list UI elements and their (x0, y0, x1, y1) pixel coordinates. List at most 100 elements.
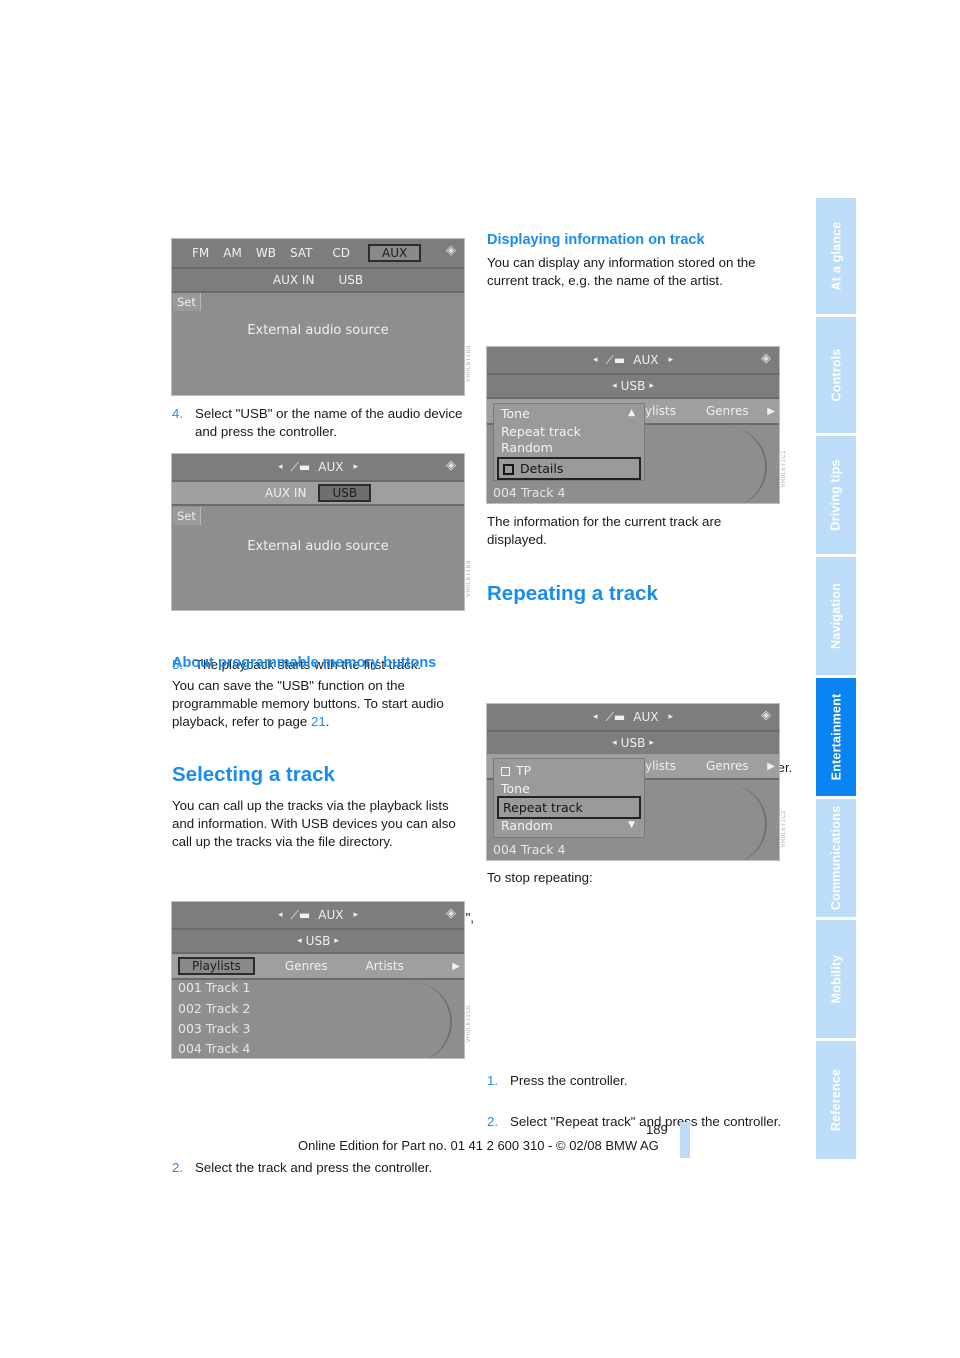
usb-title: USB (305, 934, 331, 948)
external-audio-message: External audio source (247, 323, 389, 338)
tab-playlists[interactable]: Playlists (178, 957, 255, 975)
track-item[interactable]: 004 Track 4 (493, 485, 565, 500)
controller-icon: ◈ (446, 458, 456, 473)
aux-title: AUX (318, 460, 344, 474)
displaying-after: The information for the current track ar… (487, 514, 722, 547)
aux-header: ◂ ⟋▬ AUX ▸ (172, 902, 464, 930)
menu-random[interactable]: Random (497, 438, 641, 457)
menu-details[interactable]: Details (497, 457, 641, 480)
image-code: VR0L6T1B8 (466, 345, 472, 383)
source-aux-in[interactable]: AUX IN (273, 273, 315, 287)
tab-mobility[interactable]: Mobility (816, 920, 856, 1038)
step-4: 4. Select "USB" or the name of the audio… (172, 406, 463, 439)
external-audio-message: External audio source (247, 539, 389, 554)
options-popup: TP Tone Repeat track Random ▼ (493, 758, 645, 838)
controller-icon: ◈ (761, 351, 771, 366)
set-button[interactable]: Set (173, 293, 201, 311)
track-item[interactable]: 004 Track 4 (178, 1041, 250, 1056)
displaying-intro: You can display any information stored o… (487, 255, 756, 288)
tabs-next-icon[interactable]: ▶ (767, 406, 775, 417)
image-code: VR0L6T1C2 (781, 810, 787, 848)
band-bar: FM AM WB SAT CD AUX (172, 239, 464, 269)
page-link[interactable]: 21 (311, 714, 326, 729)
controller-icon: ◈ (446, 906, 456, 921)
set-button[interactable]: Set (173, 507, 201, 525)
tab-genres[interactable]: Genres (706, 759, 749, 773)
band-aux[interactable]: AUX (368, 244, 422, 262)
tab-at-a-glance[interactable]: At a glance (816, 198, 856, 314)
selecting-intro: You can call up the tracks via the playb… (172, 798, 456, 849)
tabs-next-icon[interactable]: ▶ (452, 961, 460, 972)
repeating-heading: Repeating a track (487, 582, 658, 605)
footer-tab-marker (680, 1122, 690, 1158)
stop-intro: To stop repeating: (487, 870, 593, 885)
aux-cable-icon: ⟋▬ (605, 352, 626, 367)
memory-heading: About programmable memory buttons (172, 655, 437, 671)
menu-tp[interactable]: TP (497, 761, 641, 780)
tab-artists[interactable]: Artists (366, 959, 404, 973)
band-fm[interactable]: FM (192, 246, 209, 260)
usb-header: ◂ USB ▸ (172, 930, 464, 954)
image-code: VR0L6T1B9 (466, 560, 472, 598)
checkbox-icon (503, 464, 514, 475)
scroll-arc (725, 784, 767, 860)
controller-icon: ◈ (761, 708, 771, 723)
source-bar: AUX IN USB (172, 269, 464, 293)
scroll-arc (725, 427, 767, 503)
aux-cable-icon: ⟋▬ (605, 709, 626, 724)
displaying-heading: Displaying information on track (487, 232, 705, 248)
stop-step-2: 2. Select "Repeat track" and press the c… (487, 1114, 782, 1129)
menu-random[interactable]: Random ▼ (497, 816, 641, 835)
memory-text: You can save the "USB" function on the p… (172, 678, 444, 729)
footer-edition: Online Edition for Part no. 01 41 2 600 … (298, 1138, 659, 1153)
track-item[interactable]: 004 Track 4 (493, 842, 565, 857)
tab-reference[interactable]: Reference (816, 1041, 856, 1159)
scroll-down-icon: ▼ (628, 820, 635, 830)
image-code: VR0L6T1C1 (781, 450, 787, 488)
aux-cable-icon: ⟋▬ (290, 459, 311, 474)
tab-communications[interactable]: Communications (816, 799, 856, 917)
band-sat[interactable]: SAT (290, 246, 312, 260)
screen-aux-sources: ◂ ⟋▬ AUX ▸ ◈ AUX IN USB Set External aud… (171, 453, 465, 611)
tab-playlists[interactable]: ylists (645, 404, 676, 418)
usb-title: USB (620, 379, 646, 393)
selecting-step-2: 2. Select the track and press the contro… (172, 1160, 433, 1175)
tabs-next-icon[interactable]: ▶ (767, 761, 775, 772)
screen-repeat-menu: ◂ ⟋▬ AUX ▸ ◈ ◂ USB ▸ ylists Genres ▶ 004… (486, 703, 780, 861)
usb-title: USB (620, 736, 646, 750)
stop-step-1: 1. Press the controller. (487, 1073, 628, 1088)
selecting-heading: Selecting a track (172, 763, 335, 786)
screen-usb-tracks: ◂ ⟋▬ AUX ▸ ◈ ◂ USB ▸ Playlists Genres Ar… (171, 901, 465, 1059)
page-number: 189 (646, 1122, 668, 1137)
tab-genres[interactable]: Genres (285, 959, 328, 973)
band-wb[interactable]: WB (256, 246, 276, 260)
aux-header: ◂ ⟋▬ AUX ▸ (487, 704, 779, 732)
tab-navigation[interactable]: Navigation (816, 557, 856, 675)
source-usb[interactable]: USB (338, 273, 363, 287)
source-usb-selected[interactable]: USB (318, 484, 372, 502)
band-cd[interactable]: CD (332, 246, 350, 260)
track-item[interactable]: 001 Track 1 (178, 980, 250, 995)
scroll-up-icon: ▲ (628, 408, 635, 418)
controller-icon: ◈ (446, 243, 456, 258)
menu-tone[interactable]: Tone ▲ (497, 404, 641, 423)
tab-playlists[interactable]: ylists (645, 759, 676, 773)
aux-title: AUX (633, 710, 659, 724)
track-item[interactable]: 003 Track 3 (178, 1021, 250, 1036)
aux-cable-icon: ⟋▬ (290, 907, 311, 922)
source-bar: AUX IN USB (172, 482, 464, 506)
tab-driving-tips[interactable]: Driving tips (816, 436, 856, 554)
usb-header: ◂ USB ▸ (487, 732, 779, 756)
screen-details-menu: ◂ ⟋▬ AUX ▸ ◈ ◂ USB ▸ ylists Genres ▶ 004… (486, 346, 780, 504)
tab-controls[interactable]: Controls (816, 317, 856, 433)
band-am[interactable]: AM (223, 246, 242, 260)
tab-genres[interactable]: Genres (706, 404, 749, 418)
aux-header: ◂ ⟋▬ AUX ▸ (487, 347, 779, 375)
screen-aux-bands: FM AM WB SAT CD AUX ◈ AUX IN USB Set Ext… (171, 238, 465, 396)
tab-entertainment[interactable]: Entertainment (816, 678, 856, 796)
usb-header: ◂ USB ▸ (487, 375, 779, 399)
aux-header: ◂ ⟋▬ AUX ▸ (172, 454, 464, 482)
source-aux-in[interactable]: AUX IN (265, 486, 307, 500)
track-item[interactable]: 002 Track 2 (178, 1001, 250, 1016)
checkbox-icon (501, 767, 510, 776)
